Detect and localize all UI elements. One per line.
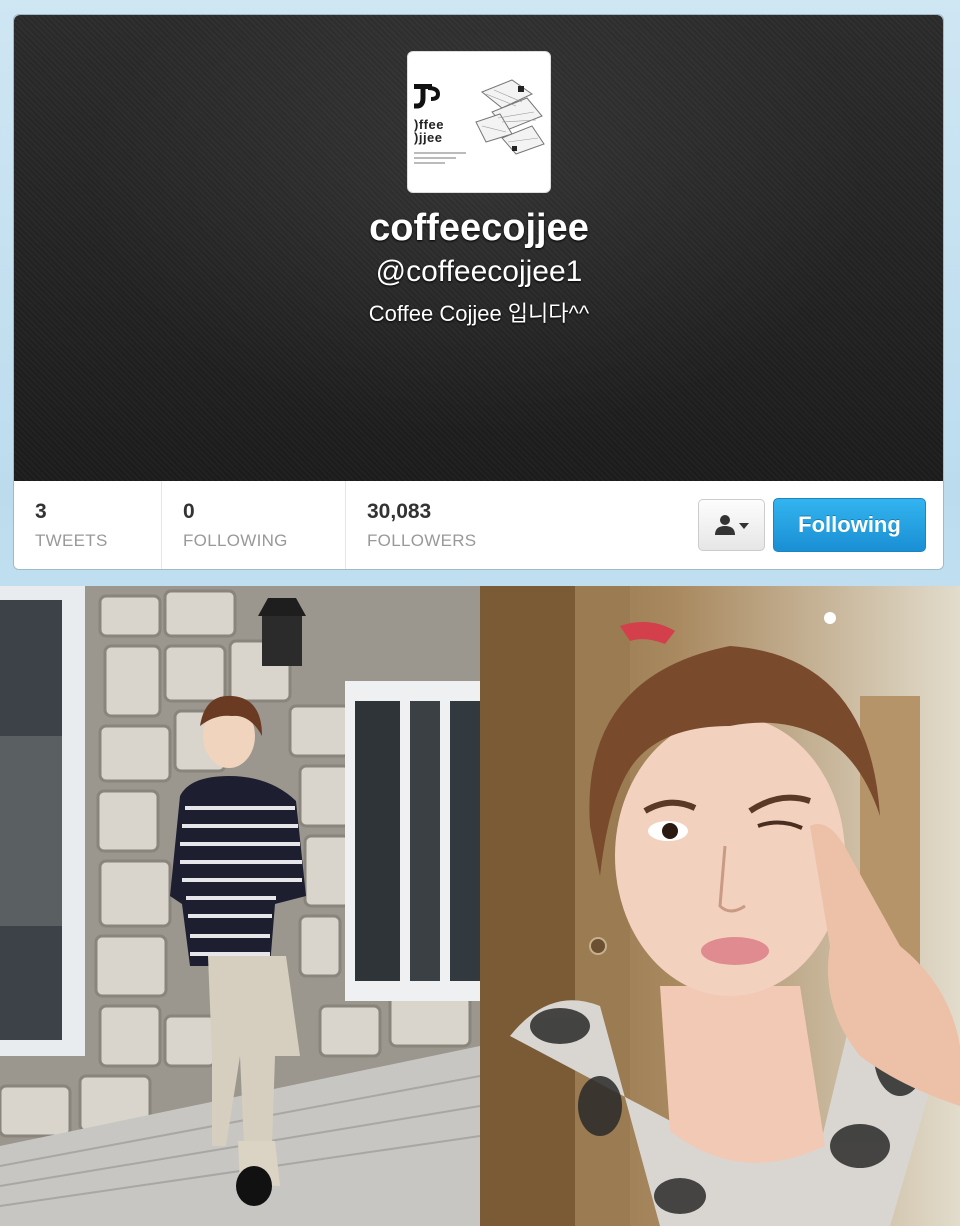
following-label: FOLLOWING [183,531,288,550]
photo-stone-wall [0,586,480,1226]
followers-count: 30,083 [367,500,432,523]
tweets-label: TWEETS [35,531,108,550]
profile-header: )ffee)jjee coffeecojjee @coffeecojjee1 … [14,15,943,481]
following-count: 0 [183,500,195,523]
photo-selfie [480,586,960,1226]
profile-bio: Coffee Cojjee 입니다^^ [368,301,590,326]
coffee-cup-logo-icon [414,84,441,109]
stats-bar: 3 TWEETS 0 FOLLOWING 30,083 FOLLOWERS Fo… [14,481,943,569]
stat-tweets[interactable]: 3 TWEETS [14,481,162,569]
stat-followers[interactable]: 30,083 FOLLOWERS [346,481,526,569]
following-button[interactable]: Following [773,498,926,552]
user-actions-dropdown-button[interactable] [698,499,765,551]
followers-label: FOLLOWERS [367,531,477,550]
profile-avatar[interactable]: )ffee)jjee [407,51,551,193]
avatar-small-print [414,152,466,164]
user-handle: @coffeecojjee1 [375,255,583,288]
avatar-logo-text: )ffee)jjee [414,117,444,145]
tweets-count: 3 [35,500,47,523]
stat-following[interactable]: 0 FOLLOWING [162,481,346,569]
person-dropdown-icon [714,515,749,535]
profile-card: )ffee)jjee coffeecojjee @coffeecojjee1 … [13,14,944,570]
display-name[interactable]: coffeecojjee [14,207,943,250]
map-illustration-icon [475,79,545,155]
